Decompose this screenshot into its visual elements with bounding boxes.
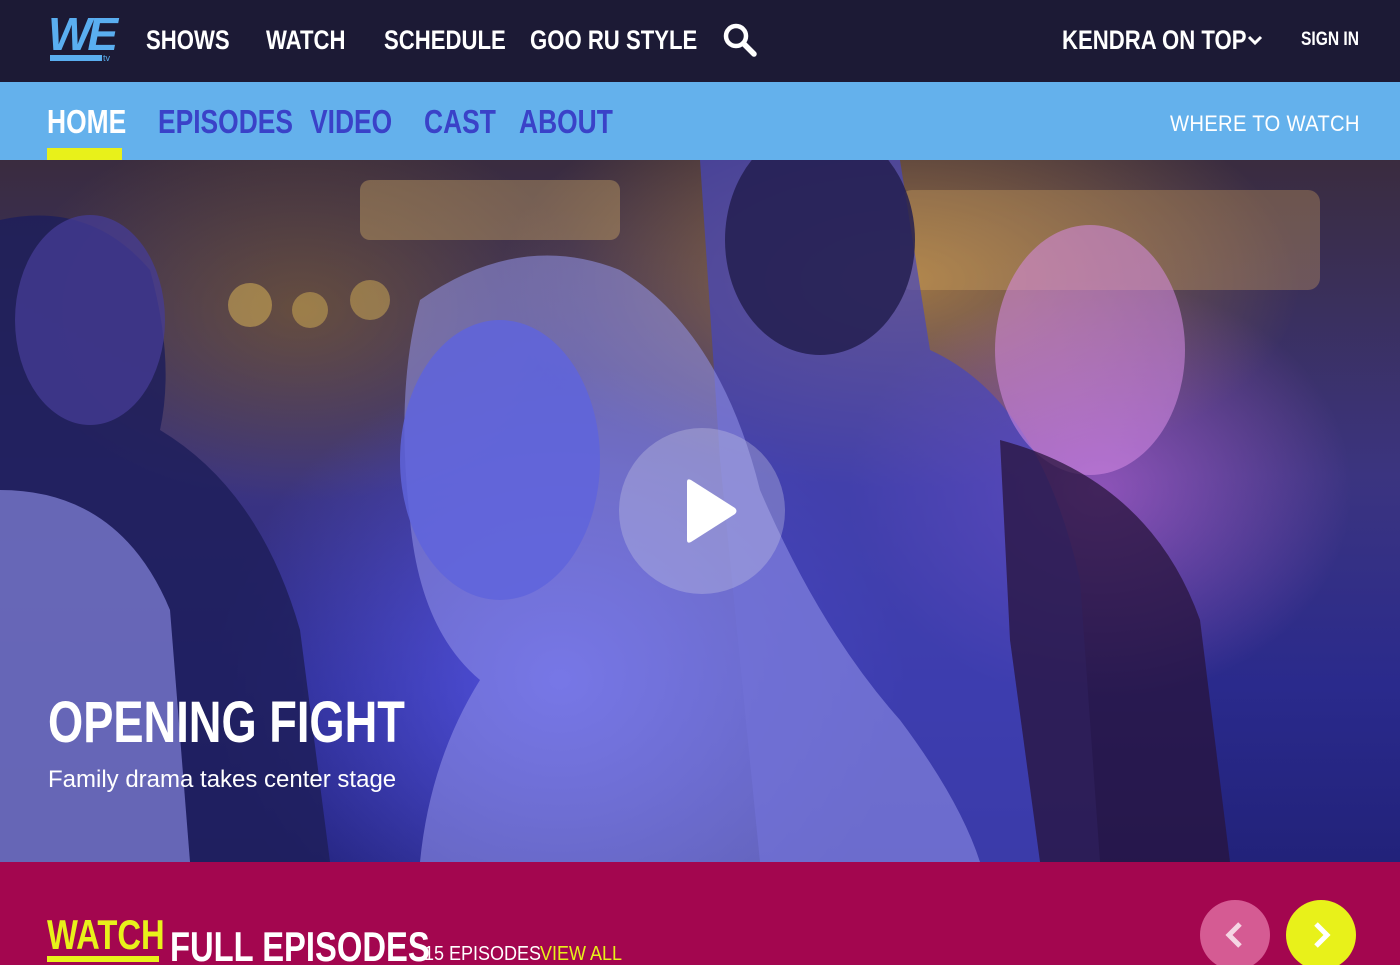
hero-subtitle: Family drama takes center stage	[48, 766, 397, 793]
episode-count: 15 EPISODES	[424, 943, 542, 965]
where-to-watch-link[interactable]: WHERE TO WATCH	[1170, 110, 1360, 138]
play-icon	[687, 479, 737, 543]
carousel-next-button[interactable]	[1286, 900, 1356, 965]
heading-underline	[47, 956, 159, 962]
tab-cast[interactable]: CAST	[424, 102, 496, 142]
hero-title: OPENING FIGHT	[48, 690, 405, 755]
chevron-right-icon	[1314, 922, 1331, 948]
search-icon[interactable]	[722, 22, 758, 58]
logo-text: WE	[48, 8, 118, 60]
section-heading: FULL EPISODES	[170, 923, 430, 965]
nav-goo-ru-style[interactable]: GOO RU STYLE	[530, 22, 697, 58]
top-nav-bar: WE tv SHOWS WATCH SCHEDULE GOO RU STYLE …	[0, 0, 1400, 82]
tab-episodes[interactable]: EPISODES	[158, 102, 293, 142]
nav-watch[interactable]: WATCH	[266, 22, 346, 58]
logo-underline	[50, 55, 102, 61]
full-episodes-section: WATCH FULL EPISODES 15 EPISODES VIEW ALL	[0, 862, 1400, 965]
show-selector[interactable]: KENDRA ON TOP	[1062, 22, 1263, 58]
hero-video[interactable]: OPENING FIGHT Family drama takes center …	[0, 160, 1400, 862]
chevron-down-icon	[1247, 35, 1263, 46]
nav-schedule[interactable]: SCHEDULE	[384, 22, 506, 58]
chevron-left-icon	[1225, 922, 1242, 948]
we-tv-logo[interactable]: WE tv	[48, 8, 118, 64]
active-tab-indicator	[47, 148, 122, 160]
tab-home[interactable]: HOME	[47, 102, 126, 142]
tab-about[interactable]: ABOUT	[519, 102, 613, 142]
section-heading-highlight: WATCH	[47, 911, 165, 958]
tab-video[interactable]: VIDEO	[310, 102, 392, 142]
sign-in-link[interactable]: SIGN IN	[1301, 28, 1359, 52]
logo-sub: tv	[103, 53, 111, 63]
show-sub-nav: HOME EPISODES VIDEO CAST ABOUT WHERE TO …	[0, 82, 1400, 160]
carousel-prev-button[interactable]	[1200, 900, 1270, 965]
nav-shows[interactable]: SHOWS	[146, 22, 230, 58]
show-selector-label: KENDRA ON TOP	[1062, 25, 1247, 55]
play-button[interactable]	[619, 428, 785, 594]
view-all-link[interactable]: VIEW ALL	[540, 942, 622, 965]
